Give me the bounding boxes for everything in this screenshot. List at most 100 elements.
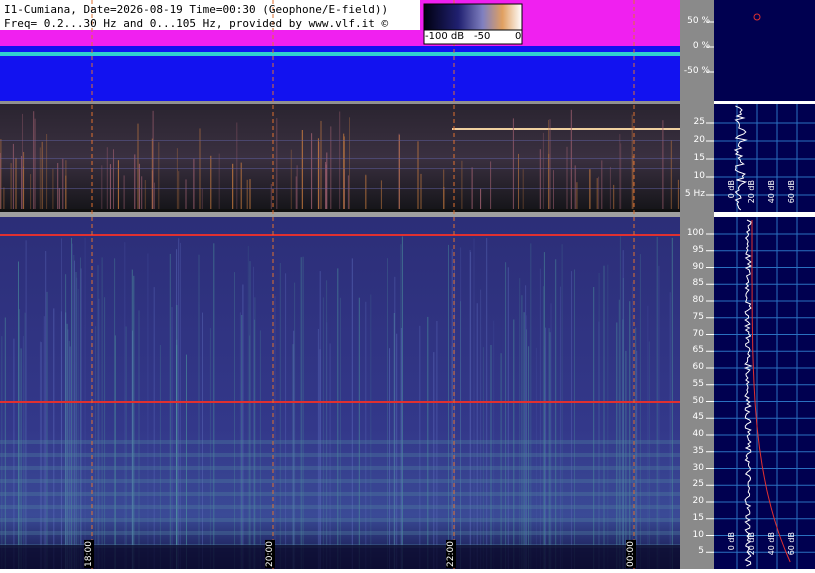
main-axis-label: 5 bbox=[698, 546, 704, 557]
main-streak bbox=[18, 261, 19, 569]
low-freq-tone bbox=[452, 128, 680, 130]
main-streak bbox=[279, 263, 281, 569]
low-freq-streak bbox=[330, 126, 332, 209]
low-freq-streak bbox=[39, 147, 41, 209]
low-freq-streak bbox=[0, 153, 1, 209]
low-freq-streak bbox=[343, 133, 345, 209]
main-streak bbox=[507, 267, 509, 569]
main-streak bbox=[528, 346, 530, 569]
main-streak bbox=[607, 264, 609, 569]
vlf-spectrogram-view: I1-Cumiana, Date=2026-08-19 Time=00:30 (… bbox=[0, 0, 815, 570]
main-streak bbox=[433, 352, 435, 569]
main-streak bbox=[322, 297, 324, 569]
low-freq-streak bbox=[270, 184, 272, 209]
low-freq-streak bbox=[320, 120, 322, 209]
low-freq-streak bbox=[232, 163, 234, 209]
main-band bbox=[0, 479, 680, 483]
main-streak bbox=[555, 259, 557, 569]
low-freq-streak bbox=[480, 188, 482, 209]
time-label: 00:00 bbox=[626, 540, 636, 568]
low-freq-streak bbox=[380, 180, 382, 209]
main-streak bbox=[669, 292, 671, 569]
main-streak bbox=[539, 268, 541, 569]
main-axis-label: 10 bbox=[692, 529, 704, 540]
main-streak bbox=[505, 262, 507, 569]
main-streak bbox=[274, 296, 276, 569]
low-freq-streak bbox=[589, 169, 591, 209]
main-streak bbox=[598, 273, 600, 569]
main-band bbox=[0, 466, 680, 470]
low-freq-streak bbox=[41, 141, 43, 209]
low-freq-streak bbox=[193, 158, 195, 209]
header-subtitle: Freq= 0.2...30 Hz and 0...105 Hz, provid… bbox=[4, 17, 389, 30]
main-streak bbox=[629, 301, 631, 569]
low-freq-streak bbox=[548, 119, 549, 209]
main-streak bbox=[234, 272, 235, 569]
main-band bbox=[0, 440, 680, 444]
main-streak bbox=[389, 348, 390, 569]
main-streak bbox=[337, 268, 339, 569]
main-axis-label: 65 bbox=[692, 345, 704, 356]
colorbar-label-max: 0 bbox=[515, 31, 522, 42]
low-freq-streak bbox=[201, 188, 203, 209]
low-freq-streak bbox=[65, 175, 67, 209]
main-streak bbox=[542, 286, 544, 569]
low-freq-streak bbox=[210, 155, 212, 209]
low-freq-streak bbox=[158, 142, 160, 209]
main-axis-label: 60 bbox=[692, 362, 704, 372]
low-freq-axis-label: 5 Hz bbox=[684, 189, 705, 199]
low-freq-streak bbox=[420, 173, 422, 209]
time-label: 22:00 bbox=[446, 540, 456, 568]
main-streak bbox=[80, 268, 82, 569]
main-axis-label: 35 bbox=[692, 445, 704, 456]
low-freq-db-label: 40 dB bbox=[767, 180, 776, 204]
low-freq-streak bbox=[123, 175, 125, 209]
main-streak bbox=[535, 347, 537, 569]
main-streak bbox=[302, 256, 304, 569]
main-streak bbox=[636, 350, 638, 569]
low-freq-streak bbox=[518, 153, 519, 209]
main-streak bbox=[365, 301, 367, 569]
low-freq-streak bbox=[542, 132, 544, 209]
low-freq-streak bbox=[240, 162, 242, 209]
main-streak bbox=[625, 350, 627, 569]
low-freq-axis-label: 25 bbox=[693, 117, 705, 127]
main-axis-label: 55 bbox=[692, 378, 704, 389]
low-freq-streak bbox=[619, 134, 621, 209]
low-freq-streak bbox=[662, 120, 664, 209]
low-freq-streak bbox=[566, 146, 568, 209]
low-freq-streak bbox=[443, 187, 445, 209]
low-freq-streak bbox=[236, 122, 238, 209]
main-streak bbox=[19, 309, 20, 569]
low-freq-streak bbox=[365, 174, 367, 209]
low-freq-streak bbox=[137, 123, 139, 209]
low-freq-streak bbox=[10, 163, 12, 209]
separator-mid bbox=[0, 212, 680, 217]
main-streak bbox=[550, 303, 552, 569]
low-freq-axis-label: 10 bbox=[693, 171, 705, 181]
low-freq-streak bbox=[249, 179, 251, 209]
main-streak bbox=[358, 297, 360, 569]
low-freq-streak bbox=[620, 143, 622, 209]
side-separator-top bbox=[714, 101, 815, 104]
main-band bbox=[0, 505, 680, 509]
main-axis-label: 45 bbox=[692, 412, 704, 423]
low-freq-streak bbox=[598, 176, 600, 209]
main-axis-label: 100 bbox=[686, 228, 704, 238]
low-freq-streak bbox=[339, 111, 341, 209]
low-freq-streak bbox=[22, 113, 23, 209]
low-freq-streak bbox=[596, 178, 598, 209]
low-freq-streak bbox=[178, 171, 180, 209]
low-freq-streak bbox=[106, 147, 108, 209]
main-streak bbox=[480, 289, 482, 569]
main-streak bbox=[186, 354, 187, 569]
low-freq-streak bbox=[134, 154, 136, 209]
main-db-label: 0 dB bbox=[727, 532, 736, 551]
main-streak bbox=[521, 295, 523, 569]
main-axis-label: 25 bbox=[692, 479, 704, 490]
main-streak bbox=[76, 277, 78, 569]
main-axis-label: 70 bbox=[692, 328, 704, 339]
main-streak bbox=[319, 271, 321, 569]
low-freq-streak bbox=[3, 187, 5, 209]
low-freq-streak bbox=[57, 163, 59, 209]
